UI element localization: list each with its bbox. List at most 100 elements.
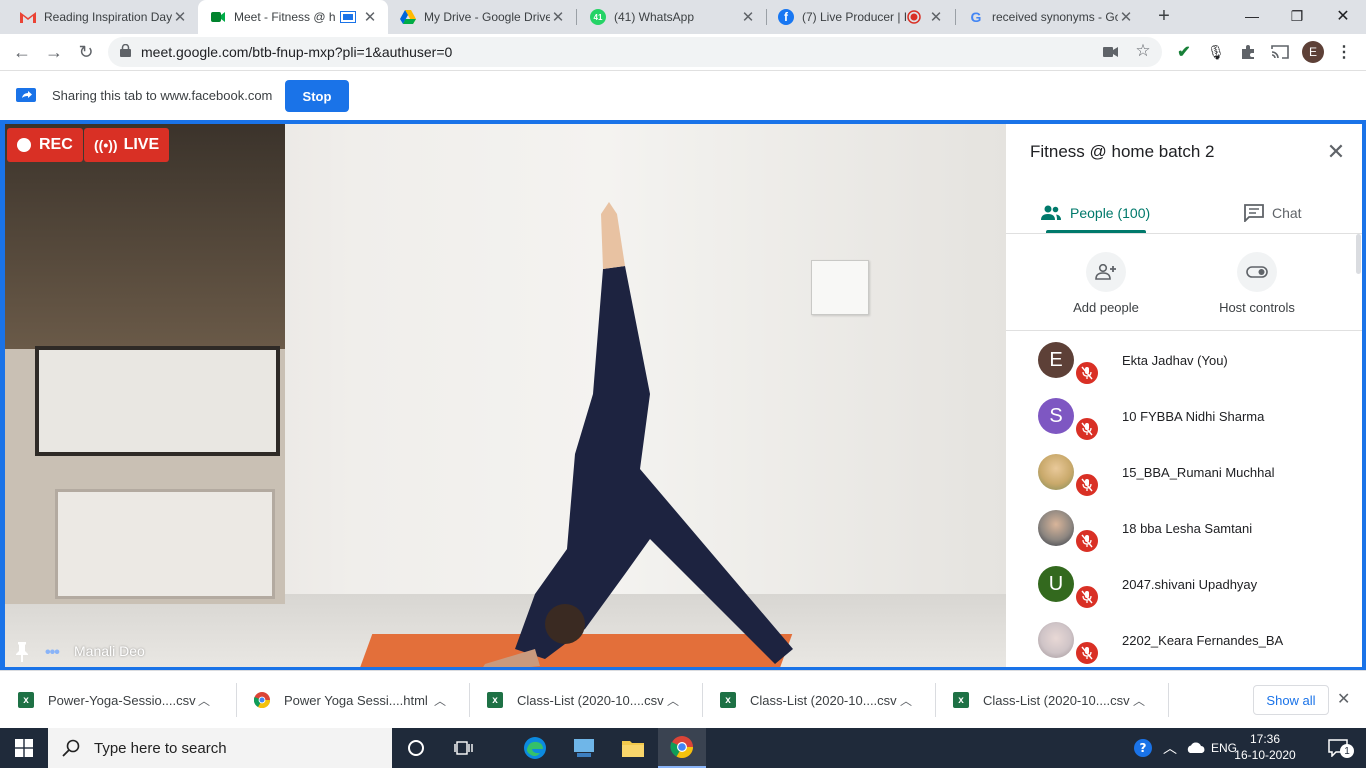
bookmark-star-icon[interactable]: ☆ <box>1135 41 1151 60</box>
participant-row[interactable]: S 10 FYBBA Nidhi Sharma <box>1006 390 1362 446</box>
participant-row[interactable]: 15_BBA_Rumani Muchhal <box>1006 446 1362 502</box>
svg-text:?: ? <box>1140 741 1147 755</box>
tab-people[interactable]: People (100) <box>1040 194 1150 232</box>
trophy-cabinet <box>5 124 285 604</box>
windows-taskbar: Type here to search ? ︿ ENG 17:36 16-10-… <box>0 728 1366 768</box>
people-icon <box>1041 205 1061 220</box>
reload-icon[interactable]: ↻ <box>72 38 100 66</box>
participant-name: 2047.shivani Upadhyay <box>1122 577 1258 592</box>
live-broadcast-icon: ((•)) <box>94 137 118 153</box>
close-tab-icon[interactable]: ✕ <box>928 8 944 26</box>
meet-call-area: REC ((•)) LIVE ••• Manali Deo Fitness @ … <box>0 120 1366 670</box>
chevron-up-icon[interactable]: ︿ <box>1133 692 1145 709</box>
checkmark-extension-icon[interactable]: ✔ <box>1174 42 1194 62</box>
participant-row[interactable]: 2202_Keara Fernandes_BA <box>1006 614 1362 667</box>
close-tab-icon[interactable]: ✕ <box>550 8 566 26</box>
close-window-icon[interactable]: ✕ <box>1320 0 1366 32</box>
toggle-icon <box>1237 252 1277 292</box>
participant-row[interactable]: U 2047.shivani Upadhyay <box>1006 558 1362 614</box>
tab-whatsapp[interactable]: 41 (41) WhatsApp ✕ <box>578 0 766 34</box>
profile-avatar[interactable]: E <box>1302 41 1324 63</box>
file-explorer-icon[interactable] <box>609 728 657 768</box>
main-video-feed[interactable]: REC ((•)) LIVE ••• Manali Deo <box>5 124 1006 667</box>
help-icon[interactable]: ? <box>1130 728 1156 768</box>
chevron-up-icon[interactable]: ︿ <box>198 692 210 709</box>
cortana-icon[interactable] <box>392 728 440 768</box>
participant-name: 10 FYBBA Nidhi Sharma <box>1122 409 1265 424</box>
download-item[interactable]: x Class-List (2020-10....csv ︿ <box>469 671 701 729</box>
download-item[interactable]: Power Yoga Sessi....html ︿ <box>236 671 468 729</box>
mic-muted-icon <box>1074 584 1100 610</box>
avatar: E <box>1038 342 1074 378</box>
search-placeholder: Type here to search <box>94 739 227 757</box>
mic-muted-icon <box>1074 472 1100 498</box>
url-text: meet.google.com/btb-fnup-mxp?pli=1&authu… <box>141 44 453 60</box>
minimize-icon[interactable]: ― <box>1229 0 1275 32</box>
close-tab-icon[interactable]: ✕ <box>1118 8 1134 26</box>
tab-gmail[interactable]: Reading Inspiration Day ✕ <box>8 0 198 34</box>
add-people-button[interactable]: Add people <box>1036 252 1176 315</box>
close-tab-icon[interactable]: ✕ <box>362 8 378 26</box>
google-icon: G <box>970 9 982 25</box>
participant-name: 15_BBA_Rumani Muchhal <box>1122 465 1275 480</box>
this-pc-icon[interactable] <box>560 728 608 768</box>
puzzle-extensions-icon[interactable] <box>1238 42 1258 62</box>
chevron-up-icon[interactable]: ︿ <box>900 692 912 709</box>
mic-muted-icon <box>1074 528 1100 554</box>
back-icon[interactable]: ← <box>8 38 36 66</box>
address-bar[interactable]: meet.google.com/btb-fnup-mxp?pli=1&authu… <box>108 37 1162 67</box>
restore-icon[interactable]: ❐ <box>1274 0 1320 32</box>
tab-google-search[interactable]: G received synonyms - Go ✕ <box>956 0 1144 34</box>
cast-icon[interactable] <box>1270 42 1290 62</box>
clock-date: 16-10-2020 <box>1234 748 1296 762</box>
download-item[interactable]: x Class-List (2020-10....csv ︿ <box>935 671 1167 729</box>
meet-icon <box>210 9 226 25</box>
download-item[interactable]: x Power-Yoga-Sessio....csv ︿ <box>0 671 232 729</box>
tab-chat[interactable]: Chat <box>1244 194 1302 232</box>
notification-count-badge: 1 <box>1340 744 1354 758</box>
show-hidden-icons-icon[interactable]: ︿ <box>1160 728 1180 768</box>
system-clock[interactable]: 17:36 16-10-2020 <box>1233 731 1297 763</box>
tab-facebook[interactable]: f (7) Live Producer | F ✕ <box>766 0 954 34</box>
tab-meet[interactable]: Meet - Fitness @ h ✕ <box>198 0 388 34</box>
excel-file-icon: x <box>953 692 969 708</box>
lock-icon[interactable] <box>120 43 131 60</box>
notifications-icon[interactable]: 1 <box>1318 728 1358 768</box>
tab-title: Reading Inspiration Day <box>44 10 172 24</box>
facebook-icon: f <box>778 9 794 25</box>
clock-time: 17:36 <box>1249 732 1281 746</box>
chrome-taskbar-icon[interactable] <box>658 728 706 768</box>
participant-row[interactable]: E Ekta Jadhav (You) <box>1006 334 1362 390</box>
sharing-status-text: Sharing this tab to www.facebook.com <box>52 88 273 103</box>
close-downloads-icon[interactable]: ✕ <box>1337 689 1350 709</box>
camera-blocked-icon[interactable] <box>1103 44 1119 60</box>
avatar <box>1038 454 1074 490</box>
chevron-up-icon[interactable]: ︿ <box>434 692 446 709</box>
host-controls-button[interactable]: Host controls <box>1187 252 1327 315</box>
new-tab-icon[interactable]: + <box>1148 0 1180 32</box>
menu-kebab-icon[interactable]: ⋮ <box>1334 42 1354 62</box>
edge-browser-icon[interactable] <box>511 728 559 768</box>
participant-row[interactable]: 18 bba Lesha Samtani <box>1006 502 1362 558</box>
tab-title: (7) Live Producer | F <box>802 10 906 24</box>
windows-start-icon[interactable] <box>0 728 48 768</box>
show-all-downloads-button[interactable]: Show all <box>1253 685 1329 715</box>
download-item[interactable]: x Class-List (2020-10....csv ︿ <box>702 671 934 729</box>
forward-icon[interactable]: → <box>40 38 68 66</box>
onedrive-cloud-icon[interactable] <box>1184 728 1208 768</box>
extension-icon[interactable]: 🎙 <box>1206 42 1226 62</box>
chevron-up-icon[interactable]: ︿ <box>667 692 679 709</box>
close-tab-icon[interactable]: ✕ <box>740 8 756 26</box>
close-tab-icon[interactable]: ✕ <box>172 8 188 26</box>
pin-icon[interactable] <box>15 642 29 662</box>
tab-title: received synonyms - Go <box>992 10 1118 24</box>
close-panel-icon[interactable]: ✕ <box>1324 139 1348 164</box>
tab-drive[interactable]: My Drive - Google Drive ✕ <box>388 0 576 34</box>
task-view-icon[interactable] <box>440 728 488 768</box>
drive-icon <box>400 9 416 25</box>
panel-scrollbar[interactable] <box>1356 234 1361 274</box>
chat-icon <box>1244 204 1264 222</box>
stop-sharing-button[interactable]: Stop <box>285 80 349 112</box>
browser-toolbar: ← → ↻ meet.google.com/btb-fnup-mxp?pli=1… <box>0 34 1366 70</box>
taskbar-search-input[interactable]: Type here to search <box>48 728 392 768</box>
